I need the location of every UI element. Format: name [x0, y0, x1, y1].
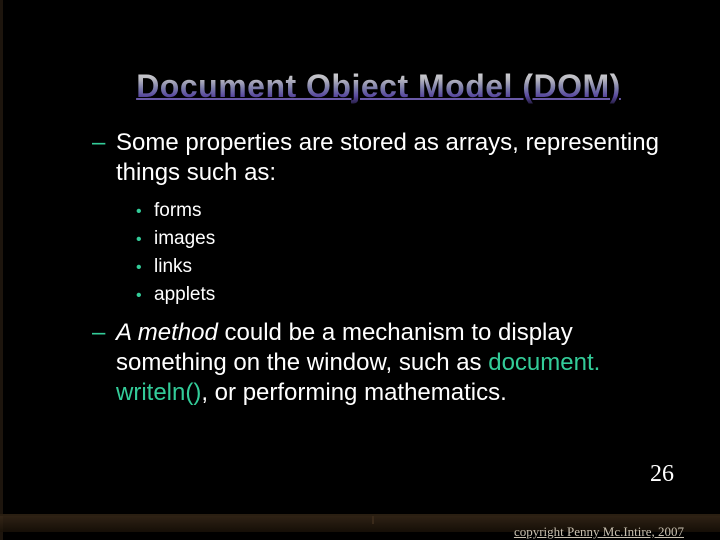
bullet-level1: – A method could be a mechanism to displ…	[92, 318, 660, 408]
sub-bullet-text: links	[154, 254, 192, 280]
dash-bullet-icon: –	[92, 128, 116, 188]
bullet-level1: – Some properties are stored as arrays, …	[92, 128, 660, 188]
dot-bullet-icon: •	[136, 231, 154, 249]
sub-bullet-list: • forms • images • links • applets	[136, 198, 660, 308]
sub-bullet-text: forms	[154, 198, 202, 224]
page-number: 26	[650, 461, 674, 488]
left-edge-decoration	[0, 0, 3, 540]
sub-bullet-item: • applets	[136, 282, 660, 308]
dot-bullet-icon: •	[136, 203, 154, 221]
bullet-text: Some properties are stored as arrays, re…	[116, 128, 660, 188]
bullet-text: A method could be a mechanism to display…	[116, 318, 660, 408]
slide-body: – Some properties are stored as arrays, …	[92, 128, 660, 418]
sub-bullet-item: • forms	[136, 198, 660, 224]
text-run: , or performing mathematics.	[201, 379, 506, 406]
dash-bullet-icon: –	[92, 318, 116, 408]
footer-tick-icon	[372, 516, 374, 524]
dot-bullet-icon: •	[136, 259, 154, 277]
sub-bullet-item: • images	[136, 226, 660, 252]
sub-bullet-text: images	[154, 226, 215, 252]
slide-title: Document Object Model (DOM)	[92, 68, 665, 105]
text-run: A	[116, 319, 138, 346]
sub-bullet-item: • links	[136, 254, 660, 280]
dot-bullet-icon: •	[136, 287, 154, 305]
copyright-text: copyright Penny Mc.Intire, 2007	[514, 524, 684, 540]
footer-bar: copyright Penny Mc.Intire, 2007	[0, 514, 720, 540]
slide: Document Object Model (DOM) – Some prope…	[0, 0, 720, 540]
sub-bullet-text: applets	[154, 282, 215, 308]
emphasis-method: method	[138, 319, 218, 346]
